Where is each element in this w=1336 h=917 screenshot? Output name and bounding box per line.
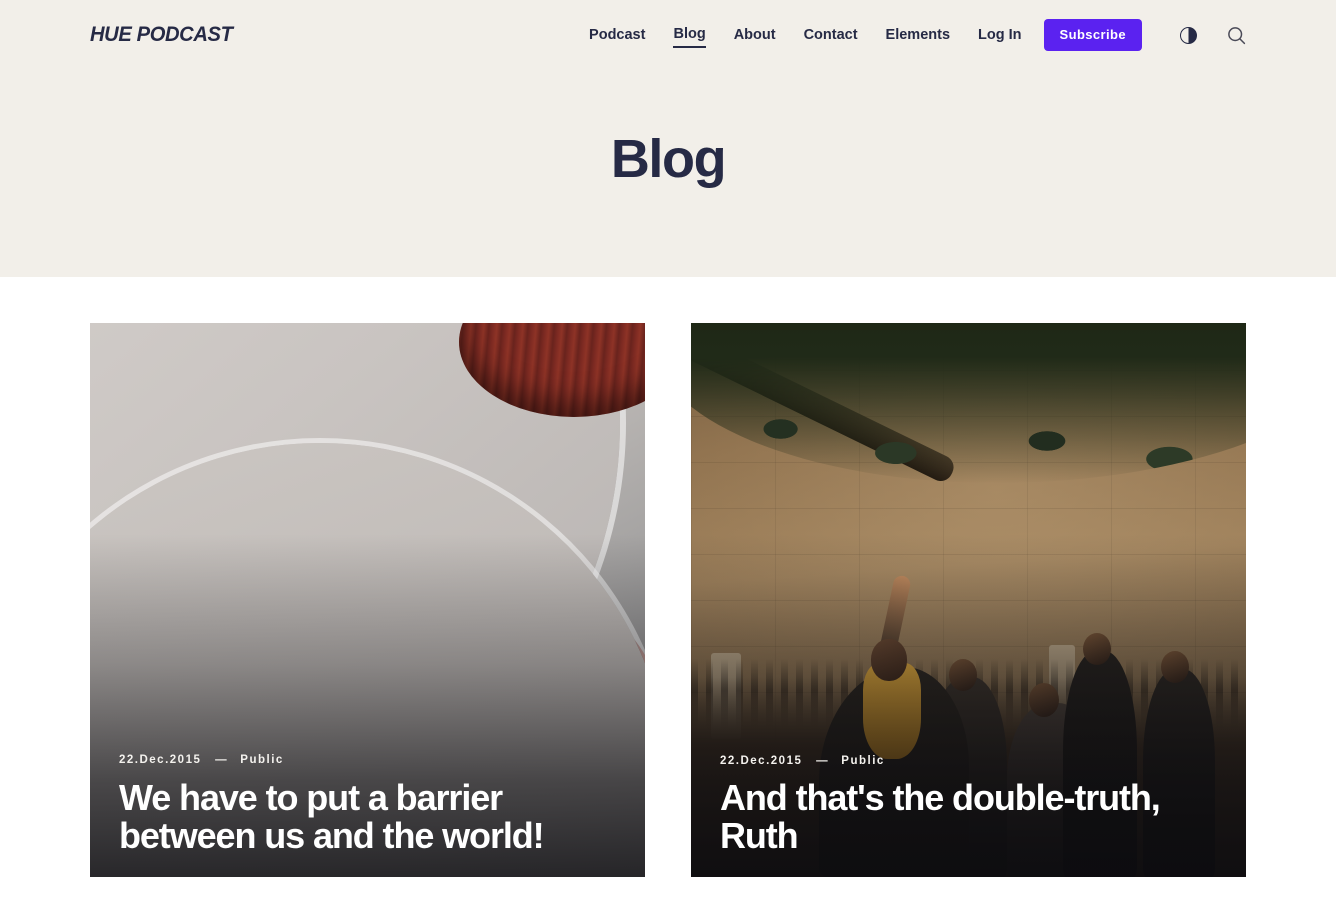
card-content-1: 22.Dec.2015 — Public We have to put a ba… [119, 754, 616, 855]
meta-separator-1: — [215, 753, 227, 766]
nav-item-podcast[interactable]: Podcast [589, 23, 645, 47]
card-content-2: 22.Dec.2015 — Public And that's the doub… [720, 755, 1217, 855]
site-logo[interactable]: HUE PODCAST [90, 23, 233, 47]
post-title-2: And that's the double-truth, Ruth [720, 776, 1161, 856]
top-navigation-bar: HUE PODCAST Podcast Blog About Contact E… [0, 0, 1336, 70]
tree-branch [691, 323, 958, 486]
stair-wood-drum-top [459, 323, 645, 417]
card-meta-1: 22.Dec.2015 — Public [119, 754, 616, 766]
post-visibility-1: Public [240, 753, 284, 766]
theme-toggle-button[interactable] [1176, 23, 1200, 47]
post-date-1: 22.Dec.2015 [119, 753, 202, 766]
page-title: Blog [610, 129, 727, 189]
main-nav: Podcast Blog About Contact Elements Log … [589, 19, 1248, 51]
nav-item-blog[interactable]: Blog [673, 22, 706, 48]
blog-post-grid: 22.Dec.2015 — Public We have to put a ba… [0, 277, 1336, 877]
post-visibility-2: Public [841, 754, 885, 767]
blog-post-card-1[interactable]: 22.Dec.2015 — Public We have to put a ba… [90, 323, 645, 877]
subscribe-button[interactable]: Subscribe [1043, 19, 1142, 51]
nav-item-elements[interactable]: Elements [886, 23, 950, 47]
search-icon [1227, 26, 1245, 44]
nav-item-log-in[interactable]: Log In [978, 23, 1022, 47]
search-button[interactable] [1224, 23, 1248, 47]
meta-separator-2: — [816, 754, 828, 767]
nav-item-about[interactable]: About [734, 23, 776, 47]
blog-post-card-2[interactable]: 22.Dec.2015 — Public And that's the doub… [691, 323, 1246, 877]
contrast-icon [1179, 26, 1197, 44]
site-header: HUE PODCAST Podcast Blog About Contact E… [0, 0, 1336, 277]
nav-item-contact[interactable]: Contact [804, 23, 858, 47]
post-title-1: We have to put a barrier between us and … [119, 776, 545, 856]
card-meta-2: 22.Dec.2015 — Public [720, 755, 1217, 767]
post-date-2: 22.Dec.2015 [720, 754, 803, 767]
